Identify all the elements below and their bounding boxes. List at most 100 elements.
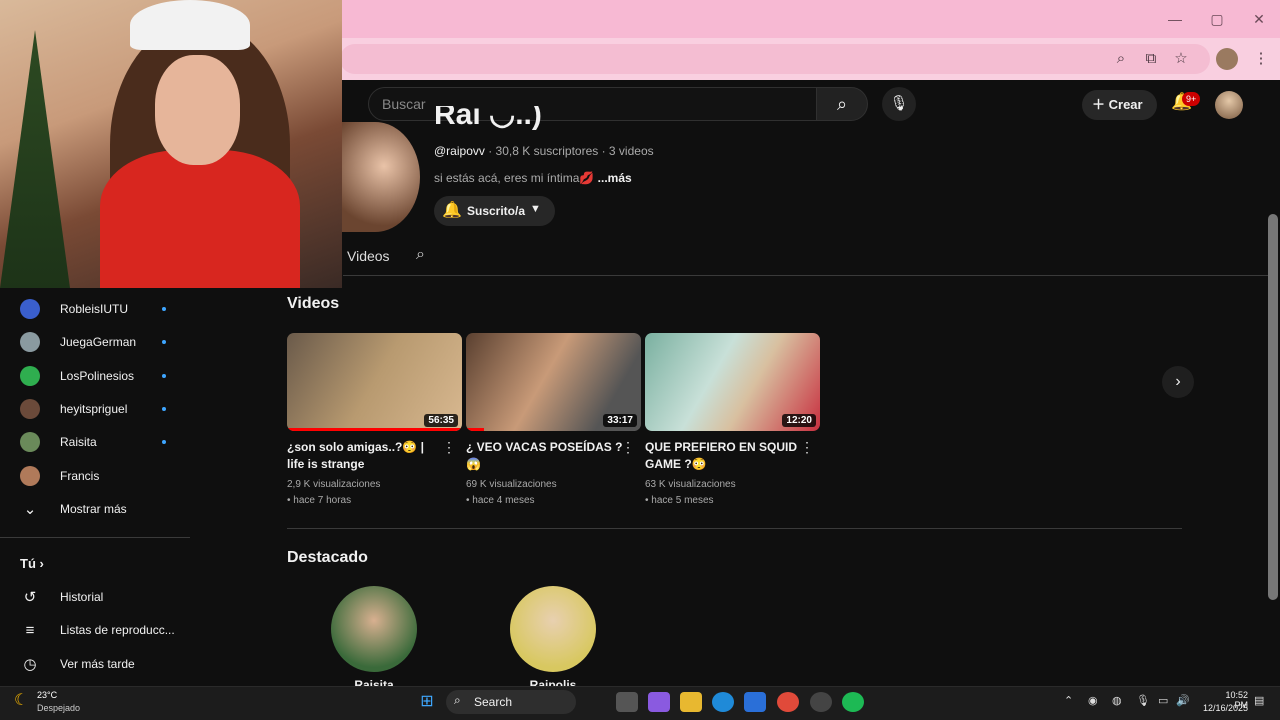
file-explorer-icon[interactable] bbox=[680, 692, 702, 712]
search-button[interactable]: ⌕ bbox=[816, 87, 868, 121]
copilot-icon[interactable] bbox=[648, 692, 670, 712]
watch-progress-bar bbox=[287, 428, 462, 431]
sidebar-item-label: RobleisIUTU bbox=[60, 302, 129, 316]
video-age: • hace 7 horas bbox=[287, 495, 352, 506]
avatar bbox=[20, 366, 40, 386]
channel-search-icon[interactable]: ⌕ bbox=[416, 246, 425, 264]
network-icon[interactable]: ▭ bbox=[1158, 694, 1168, 707]
create-button[interactable]: ＋ Crear bbox=[1082, 90, 1157, 120]
clock-icon: ◷ bbox=[23, 656, 37, 673]
sidebar-item-label: Ver más tarde bbox=[60, 657, 135, 671]
search-placeholder: Buscar bbox=[382, 96, 426, 112]
menu-icon[interactable]: ⋮ bbox=[1250, 48, 1272, 70]
sidebar-item-label: heyitspriguel bbox=[60, 402, 128, 416]
spotify-icon[interactable] bbox=[842, 692, 864, 712]
streamer-cap bbox=[130, 0, 250, 50]
channel-description-text: si estás acá, eres mi íntima💋 bbox=[434, 171, 595, 185]
taskbar-search[interactable]: Search bbox=[446, 690, 576, 714]
video-views: 69 K visualizaciones bbox=[466, 479, 557, 490]
video-card[interactable]: 33:17 ¿ VEO VACAS POSEÍDAS ?😱 ⋮ 69 K vis… bbox=[466, 333, 641, 509]
obs-icon[interactable] bbox=[810, 692, 832, 712]
install-app-icon[interactable]: ⧉ bbox=[1140, 48, 1162, 70]
avatar bbox=[20, 332, 40, 352]
sidebar-item-label: Francis bbox=[60, 469, 100, 483]
new-content-dot bbox=[162, 407, 166, 411]
tab-videos[interactable]: Videos bbox=[347, 248, 390, 264]
scrollbar[interactable] bbox=[1268, 214, 1278, 600]
voice-search-button[interactable]: 🎙 bbox=[882, 87, 916, 121]
chevron-up-icon[interactable]: ⌃ bbox=[1064, 694, 1073, 707]
video-title[interactable]: ¿son solo amigas..?😳 | life is strange bbox=[287, 439, 462, 473]
streamer-face bbox=[155, 55, 240, 165]
store-icon[interactable] bbox=[744, 692, 766, 712]
webcam-overlay bbox=[0, 0, 342, 288]
bell-icon: 🔔 bbox=[442, 202, 462, 219]
video-title[interactable]: ¿ VEO VACAS POSEÍDAS ?😱 bbox=[466, 439, 641, 473]
sidebar-item-francis[interactable]: Francis bbox=[20, 461, 190, 491]
video-age: • hace 5 meses bbox=[645, 495, 714, 506]
video-thumbnail[interactable]: 12:20 bbox=[645, 333, 820, 431]
chevron-down-icon: ▼ bbox=[530, 203, 541, 215]
video-age: • hace 4 meses bbox=[466, 495, 535, 506]
video-thumbnail[interactable]: 33:17 bbox=[466, 333, 641, 431]
section-title-videos: Videos bbox=[287, 295, 340, 312]
sidebar-item-label: Historial bbox=[60, 590, 104, 604]
account-avatar[interactable] bbox=[1215, 91, 1243, 119]
featured-channel[interactable]: Raipolis bbox=[493, 586, 613, 688]
notification-center-icon[interactable]: ▤ bbox=[1254, 694, 1264, 707]
avatar[interactable] bbox=[331, 586, 417, 672]
close-icon[interactable]: ✕ bbox=[1244, 8, 1274, 30]
mic-icon: 🎙 bbox=[889, 95, 909, 112]
tray-app-icon[interactable]: ◍ bbox=[1112, 694, 1122, 707]
chrome-icon[interactable] bbox=[777, 692, 799, 712]
edge-icon[interactable] bbox=[712, 692, 734, 712]
christmas-tree bbox=[0, 30, 70, 288]
sidebar-item-label: Listas de reproducc... bbox=[60, 623, 175, 637]
weather-description[interactable]: Despejado bbox=[37, 703, 80, 713]
avatar bbox=[20, 432, 40, 452]
you-label: Tú bbox=[20, 556, 36, 571]
video-duration: 33:17 bbox=[603, 414, 637, 427]
address-bar[interactable] bbox=[340, 44, 1210, 74]
weather-temperature[interactable]: 23°C bbox=[37, 690, 57, 700]
avatar[interactable] bbox=[510, 586, 596, 672]
sidebar-item-label: LosPolinesios bbox=[60, 369, 135, 383]
tray-app-icon[interactable]: ◉ bbox=[1088, 694, 1098, 707]
video-card[interactable]: 56:35 ¿son solo amigas..?😳 | life is str… bbox=[287, 333, 462, 509]
plus-icon: ＋ bbox=[1092, 97, 1109, 112]
show-more-button[interactable]: ⌄ Mostrar más bbox=[20, 494, 190, 524]
weather-icon[interactable]: ☾ bbox=[14, 690, 28, 710]
you-section-header[interactable]: Tú › bbox=[20, 556, 44, 571]
zoom-icon[interactable]: ⌕ bbox=[1110, 48, 1132, 70]
more-options-icon[interactable]: ⋮ bbox=[800, 439, 814, 456]
minimize-icon[interactable]: — bbox=[1160, 8, 1190, 30]
featured-channel[interactable]: Raisita bbox=[314, 586, 434, 688]
sidebar-item-history[interactable]: ↺ Historial bbox=[20, 582, 190, 612]
video-duration: 56:35 bbox=[424, 414, 458, 427]
history-icon: ↺ bbox=[23, 589, 37, 606]
channel-description[interactable]: si estás acá, eres mi íntima💋 ...más bbox=[434, 171, 632, 185]
more-options-icon[interactable]: ⋮ bbox=[442, 439, 456, 456]
sidebar-item-playlists[interactable]: ≡ Listas de reproducc... bbox=[20, 615, 190, 645]
maximize-icon[interactable]: ▢ bbox=[1202, 8, 1232, 30]
bookmark-star-icon[interactable]: ☆ bbox=[1170, 48, 1192, 70]
video-views: 63 K visualizaciones bbox=[645, 479, 736, 490]
volume-icon[interactable]: 🔊 bbox=[1176, 694, 1190, 707]
windows-start-icon[interactable]: ⊞ bbox=[416, 692, 438, 712]
video-card[interactable]: 12:20 QUE PREFIERO EN SQUID GAME ?😳 ⋮ 63… bbox=[645, 333, 820, 509]
avatar bbox=[20, 299, 40, 319]
video-thumbnail[interactable]: 56:35 bbox=[287, 333, 462, 431]
profile-icon[interactable] bbox=[1216, 48, 1238, 70]
mic-icon[interactable]: 🎙 bbox=[1136, 694, 1150, 707]
chevron-right-icon[interactable]: › bbox=[1162, 366, 1194, 398]
sidebar-item-watch-later[interactable]: ◷ Ver más tarde bbox=[20, 649, 190, 679]
channel-stats: · 30,8 K suscriptores · 3 videos bbox=[484, 144, 654, 158]
new-content-dot bbox=[162, 374, 166, 378]
video-title[interactable]: QUE PREFIERO EN SQUID GAME ?😳 bbox=[645, 439, 820, 473]
more-options-icon[interactable]: ⋮ bbox=[621, 439, 635, 456]
new-content-dot bbox=[162, 307, 166, 311]
playlist-icon: ≡ bbox=[25, 621, 35, 639]
clock-date[interactable]: 12/16/2025 bbox=[1198, 703, 1248, 713]
more-link[interactable]: ...más bbox=[594, 171, 632, 185]
task-view-icon[interactable] bbox=[616, 692, 638, 712]
